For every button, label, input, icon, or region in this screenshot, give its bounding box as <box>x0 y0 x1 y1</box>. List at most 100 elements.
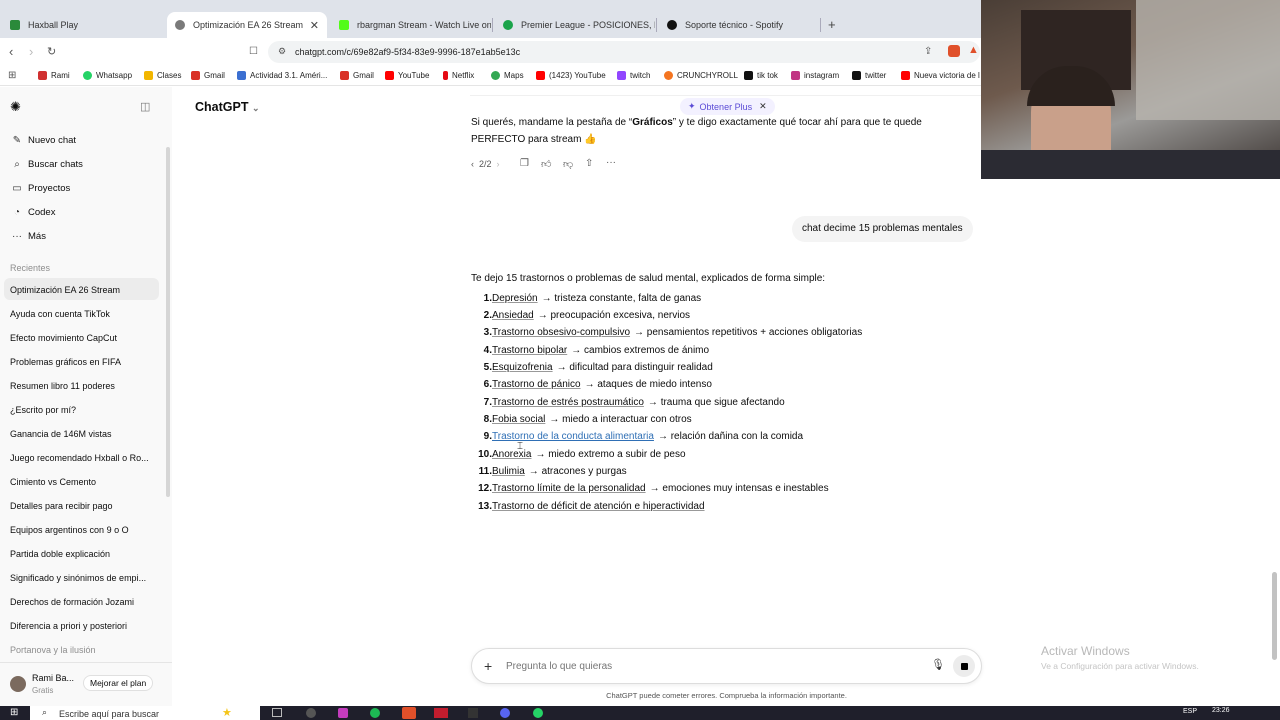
recent-chat[interactable]: Significado y sinónimos de empi... <box>10 573 150 583</box>
recent-chat[interactable]: Optimización EA 26 Stream <box>10 285 150 295</box>
whatsapp-icon[interactable] <box>533 708 543 718</box>
recent-chat[interactable]: Detalles para recibir pago <box>10 501 150 511</box>
bookmark-whatsapp[interactable]: Whatsapp <box>83 71 132 80</box>
list-item: 3. Trastorno obsesivo-compulsivo → pensami… <box>483 327 863 338</box>
model-selector[interactable]: ChatGPT ⌄ <box>195 100 260 114</box>
taskbar: ⊞ ⌕ Escribe aquí para buscar ★ ESP 23:26 <box>0 706 1280 720</box>
reload-icon[interactable]: ↻ <box>47 45 56 58</box>
bookmark-icon[interactable]: ☐ <box>249 46 258 57</box>
back-icon[interactable]: ‹ <box>9 44 13 59</box>
recent-chat[interactable]: Equipos argentinos con 9 o O <box>10 525 150 535</box>
sidebar-item-new-chat[interactable]: ✎ Nuevo chat <box>10 135 76 146</box>
bookmark-nueva-victoria[interactable]: Nueva victoria de l <box>901 71 980 80</box>
plus-icon[interactable]: + <box>484 658 492 674</box>
bookmark-instagram[interactable]: instagram <box>791 71 839 80</box>
bookmark-gmail[interactable]: Gmail <box>191 71 225 80</box>
bookmark-rami[interactable]: Rami <box>38 71 70 80</box>
recent-chat[interactable]: Juego recomendado Hxball o Ro... <box>10 453 150 463</box>
recent-header: Recientes <box>10 263 51 273</box>
copy-icon[interactable]: ❐ <box>520 158 529 169</box>
app-icon[interactable] <box>434 708 448 718</box>
sidebar-item-projects[interactable]: ▭ Proyectos <box>10 183 70 194</box>
recent-chat[interactable]: Ayuda con cuenta TikTok <box>10 309 150 319</box>
chevron-right-icon[interactable]: › <box>497 159 500 169</box>
rewards-icon[interactable]: ▲ <box>968 44 979 56</box>
codex-icon: ◔ <box>13 207 21 218</box>
bookmark-tiktok[interactable]: tik tok <box>744 71 778 80</box>
close-tab-icon[interactable]: ✕ <box>310 19 319 32</box>
bookmark-netflix[interactable]: Netflix <box>443 71 474 80</box>
bookmark-maps[interactable]: Maps <box>491 71 524 80</box>
chatgpt-icon <box>175 20 185 30</box>
close-icon[interactable]: ✕ <box>759 101 767 112</box>
language-indicator[interactable]: ESP <box>1183 708 1197 715</box>
brave-shield-icon[interactable] <box>948 45 960 57</box>
recent-chat[interactable]: Efecto movimiento CapCut <box>10 333 150 343</box>
app-icon[interactable] <box>468 708 478 718</box>
thumbs-down-icon[interactable]: 👎︎ <box>563 158 573 170</box>
app-icon[interactable] <box>306 708 316 718</box>
weather-icon[interactable]: ★ <box>222 706 232 719</box>
sidebar-item-codex[interactable]: ◔ Codex <box>10 207 56 218</box>
microphone-icon[interactable]: 🎙︎ <box>931 658 945 671</box>
sidebar-toggle-icon[interactable]: ◫ <box>140 100 150 113</box>
site-info-icon[interactable]: ⚙ <box>278 46 286 57</box>
x-icon <box>852 71 861 80</box>
tab-kick[interactable]: rbargman Stream - Watch Live on Ki <box>331 12 491 38</box>
app-icon[interactable] <box>338 708 348 718</box>
bookmark-twitch[interactable]: twitch <box>617 71 650 80</box>
recent-chat[interactable]: Diferencia a priori y posteriori <box>10 621 150 631</box>
bookmark-youtube[interactable]: YouTube <box>385 71 429 80</box>
avatar[interactable] <box>10 676 26 692</box>
more-icon: ··· <box>12 231 22 242</box>
chevron-left-icon[interactable]: ‹ <box>471 159 474 169</box>
recent-chat[interactable]: Problemas gráficos en FIFA <box>10 357 150 367</box>
sidebar-scrollbar[interactable] <box>166 147 170 497</box>
list-item: 5. Esquizofrenia → dificultad para disting… <box>483 362 713 373</box>
stop-button[interactable] <box>953 655 975 677</box>
address-bar[interactable]: ⚙ chatgpt.com/c/69e82af9-5f34-83e9-9996-… <box>268 41 980 63</box>
share-icon[interactable]: ⇧ <box>585 158 593 169</box>
bookmark-youtube-2[interactable]: (1423) YouTube <box>536 71 606 80</box>
prompt-input[interactable] <box>506 658 906 674</box>
recent-chat[interactable]: Derechos de formación Jozami <box>10 597 150 607</box>
get-plus-pill[interactable]: ✦ Obtener Plus ✕ <box>680 98 775 115</box>
upgrade-plan-button[interactable]: Mejorar el plan <box>83 675 154 691</box>
openai-logo-icon[interactable]: ✺ <box>10 99 21 115</box>
bookmark-gmail-2[interactable]: Gmail <box>340 71 374 80</box>
recent-chat[interactable]: Partida doble explicación <box>10 549 150 559</box>
task-view-icon[interactable] <box>272 708 282 717</box>
more-options-icon[interactable]: ··· <box>606 157 616 168</box>
tab-haxball[interactable]: Haxball Play <box>2 12 166 38</box>
clock[interactable]: 23:26 <box>1212 707 1230 714</box>
share-icon[interactable]: ⇪ <box>924 46 932 57</box>
apps-grid-icon[interactable]: ⊞ <box>8 70 16 81</box>
netflix-icon <box>443 71 448 80</box>
bookmark-clases[interactable]: Clases <box>144 71 181 80</box>
forward-icon[interactable]: › <box>29 44 33 59</box>
thumbs-up-icon[interactable]: 👍︎ <box>541 158 551 170</box>
recent-chat[interactable]: Ganancia de 146M vistas <box>10 429 150 439</box>
user-message-bubble: chat decime 15 problemas mentales <box>792 216 973 242</box>
bookmark-actividad[interactable]: Actividad 3.1. Améri... <box>237 71 327 80</box>
new-tab-button[interactable]: + <box>828 17 836 32</box>
recent-chat[interactable]: Resumen libro 11 poderes <box>10 381 150 391</box>
discord-icon[interactable] <box>500 708 510 718</box>
spotify-icon[interactable] <box>370 708 380 718</box>
tab-spotify[interactable]: Soporte técnico - Spotify <box>659 12 819 38</box>
sidebar-item-more[interactable]: ··· Más <box>10 231 46 242</box>
bookmark-twitter[interactable]: twitter <box>852 71 886 80</box>
list-item: 13. Trastorno de déficit de atención e hi… <box>478 501 705 512</box>
tab-premier[interactable]: Premier League - POSICIONES, RESU <box>495 12 655 38</box>
windows-start-icon[interactable]: ⊞ <box>10 707 18 718</box>
recent-chat[interactable]: ¿Escrito por mí? <box>10 405 150 415</box>
url-text: chatgpt.com/c/69e82af9-5f34-83e9-9996-18… <box>295 47 521 57</box>
recent-chat[interactable]: Portanova y la ilusión <box>10 645 150 655</box>
page-scrollbar[interactable] <box>1272 572 1277 660</box>
recent-chat[interactable]: Cimiento vs Cemento <box>10 477 150 487</box>
sidebar-item-search[interactable]: ⌕ Buscar chats <box>10 159 83 170</box>
bookmark-crunchyroll[interactable]: CRUNCHYROLL <box>664 71 738 80</box>
brave-icon[interactable] <box>402 707 416 719</box>
maps-icon <box>491 71 500 80</box>
tab-chatgpt[interactable]: Optimización EA 26 Stream ✕ <box>167 12 327 38</box>
